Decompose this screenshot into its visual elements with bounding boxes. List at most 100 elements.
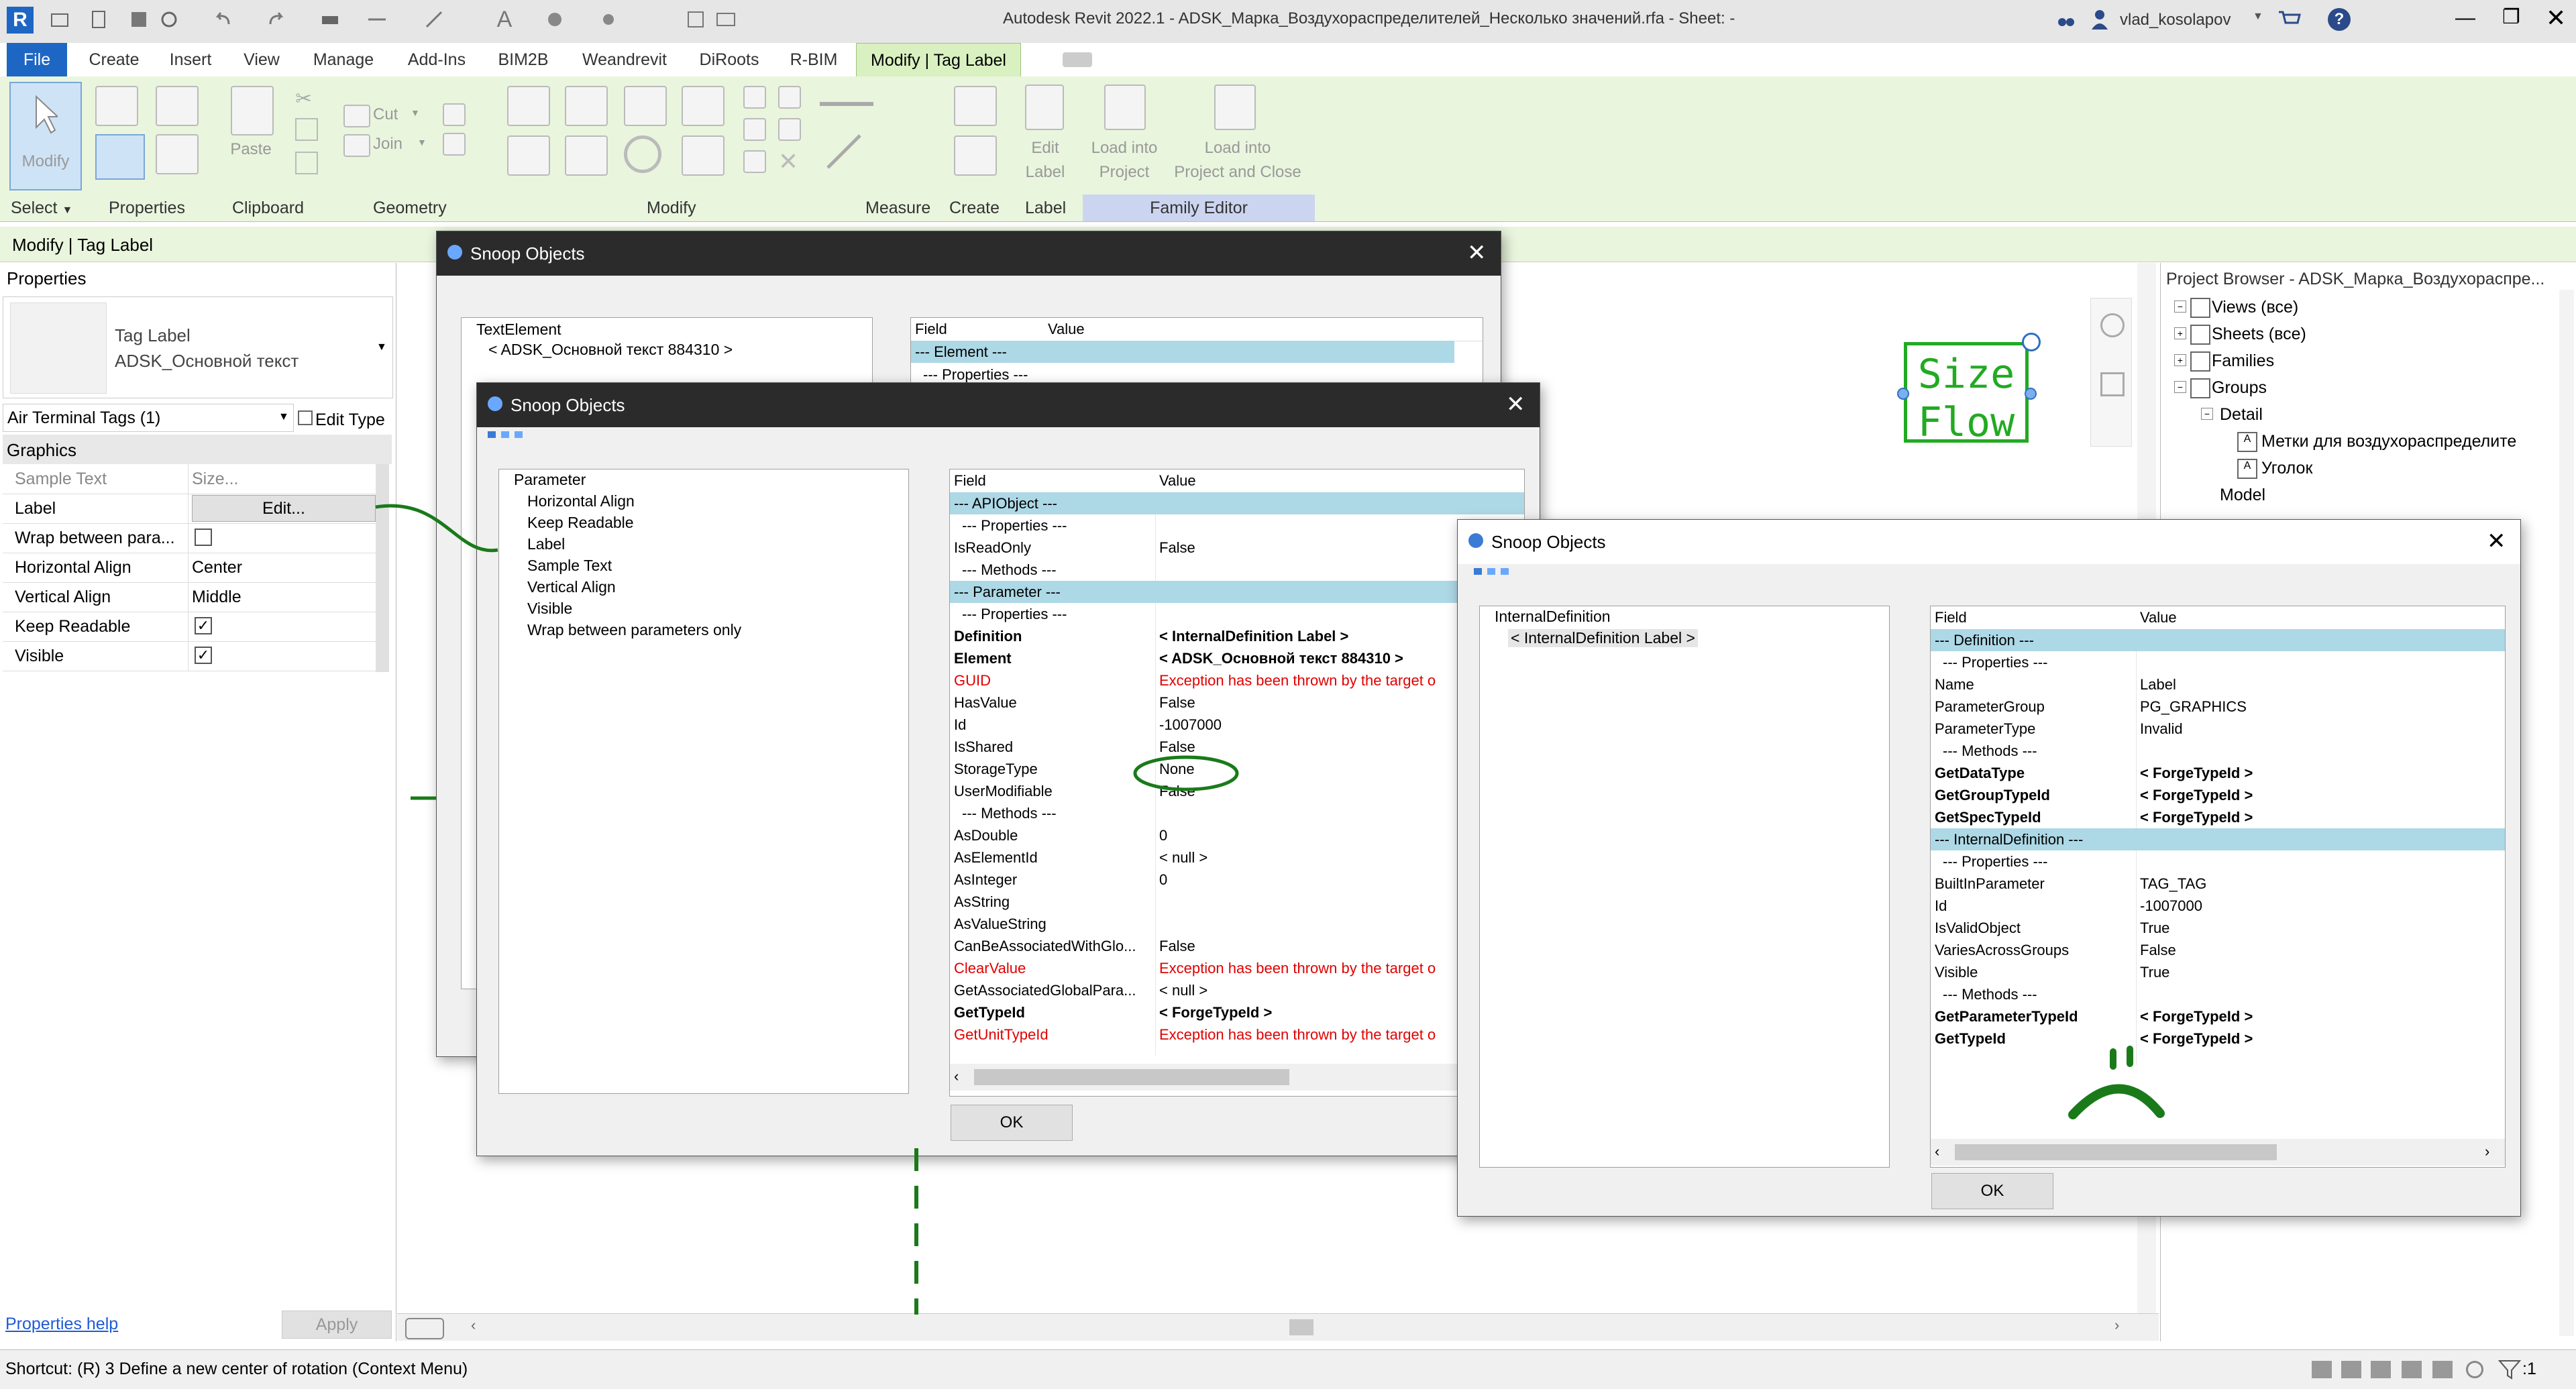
- dimension-aligned-icon[interactable]: [824, 131, 864, 172]
- grid-row[interactable]: AsDouble 0: [950, 824, 1524, 846]
- prop-row-sample-text[interactable]: Sample Text Size...: [3, 464, 389, 494]
- grid-row[interactable]: Definition < InternalDefinition Label >: [950, 625, 1524, 647]
- snoop-tree[interactable]: Parameter Horizontal Align Keep Readable…: [498, 469, 909, 1094]
- join-label[interactable]: Join: [373, 133, 402, 156]
- scroll-left-icon[interactable]: ‹: [471, 1317, 476, 1334]
- browser-item-corner[interactable]: A Уголок: [2235, 456, 2570, 480]
- prop-row-horizontal-align[interactable]: Horizontal Align Center: [3, 553, 389, 583]
- keep-readable-checkbox[interactable]: ✓: [195, 617, 212, 634]
- tab-diroots[interactable]: DiRoots: [692, 43, 766, 76]
- grid-value[interactable]: < ForgeTypeId >: [2140, 1005, 2253, 1027]
- tree-node-selected[interactable]: Label: [527, 535, 565, 553]
- grid-row[interactable]: GetGroupTypeId < ForgeTypeId >: [1931, 784, 2505, 806]
- visible-checkbox[interactable]: ✓: [195, 647, 212, 664]
- select-by-face-icon[interactable]: [2402, 1361, 2422, 1378]
- sign-in-icon[interactable]: [2090, 8, 2110, 31]
- 3d-view-icon[interactable]: [543, 8, 566, 31]
- edit-label-line2[interactable]: Label: [1012, 161, 1079, 184]
- unpin-icon[interactable]: [778, 118, 801, 141]
- grid-value[interactable]: < InternalDefinition Label >: [1159, 625, 1348, 647]
- chevron-down-icon[interactable]: ▼: [411, 107, 420, 118]
- toolbar-print-icon[interactable]: [1487, 568, 1495, 575]
- chevron-down-icon[interactable]: ▼: [2253, 11, 2263, 23]
- snoop-grid[interactable]: Field Value --- Definition --- --- Proper…: [1930, 606, 2506, 1168]
- browser-item-sheets[interactable]: + Sheets (все): [2174, 322, 2570, 346]
- grid-row[interactable]: GetParameterTypeId < ForgeTypeId >: [1931, 1005, 2505, 1027]
- switch-windows-icon[interactable]: [714, 8, 737, 31]
- rotate-handle-icon[interactable]: [2022, 333, 2041, 351]
- grid-row[interactable]: --- Methods ---: [950, 559, 1524, 581]
- snoop-titlebar[interactable]: Snoop Objects ✕: [477, 383, 1540, 427]
- prop-row-vertical-align[interactable]: Vertical Align Middle: [3, 582, 389, 612]
- grid-row[interactable]: VariesAcrossGroups False: [1931, 939, 2505, 961]
- grid-row[interactable]: --- Properties ---: [1931, 850, 2505, 873]
- load-and-close-line1[interactable]: Load into: [1167, 137, 1308, 160]
- grid-value[interactable]: < ForgeTypeId >: [2140, 762, 2253, 784]
- redo-icon[interactable]: [265, 8, 288, 31]
- prop-row-wrap[interactable]: Wrap between para...: [3, 523, 389, 553]
- background-process-icon[interactable]: [2466, 1361, 2483, 1378]
- tag-label-element[interactable]: Size Flow: [1904, 342, 2029, 446]
- prop-row-visible[interactable]: Visible ✓: [3, 641, 389, 671]
- toolbar-copy-icon[interactable]: [1474, 568, 1482, 575]
- tab-create[interactable]: Create: [79, 43, 149, 76]
- sync-icon[interactable]: [158, 8, 180, 31]
- match-properties-icon[interactable]: [295, 152, 318, 174]
- scroll-right-icon[interactable]: ›: [2485, 1143, 2489, 1160]
- family-types-icon[interactable]: [95, 134, 145, 180]
- apply-button[interactable]: Apply: [282, 1311, 392, 1339]
- grid-row[interactable]: GetTypeId < ForgeTypeId >: [1931, 1027, 2505, 1050]
- split-face-icon[interactable]: [443, 133, 466, 156]
- open-icon[interactable]: [48, 8, 71, 31]
- copy-element-icon[interactable]: [565, 135, 608, 176]
- group-graphics[interactable]: Graphics: [3, 435, 392, 464]
- edit-label-icon[interactable]: [1025, 85, 1064, 130]
- close-icon[interactable]: ✕: [1506, 391, 1525, 418]
- grid-value[interactable]: < ForgeTypeId >: [2140, 1027, 2253, 1050]
- tree-node-element[interactable]: < ADSK_Основной текст 884310 >: [488, 341, 733, 359]
- scroll-thumb[interactable]: [974, 1069, 1289, 1085]
- new-icon[interactable]: [87, 8, 110, 31]
- browser-scrollbar[interactable]: [2559, 290, 2574, 1336]
- grid-row[interactable]: --- Definition ---: [1931, 629, 2505, 651]
- join-icon[interactable]: [343, 134, 370, 157]
- grid-row[interactable]: --- APIObject ---: [950, 492, 1524, 514]
- tree-node-parameter[interactable]: Parameter: [514, 471, 586, 489]
- grid-row[interactable]: Id -1007000: [1931, 895, 2505, 917]
- tree-node[interactable]: Horizontal Align: [527, 492, 635, 510]
- move-icon[interactable]: [507, 135, 550, 176]
- grid-row[interactable]: CanBeAssociatedWithGlo... False: [950, 935, 1524, 957]
- tab-modify-tag-label[interactable]: Modify | Tag Label: [856, 43, 1021, 77]
- create-group-icon[interactable]: [954, 135, 997, 176]
- tab-file[interactable]: File: [7, 43, 67, 76]
- offset-icon[interactable]: [565, 86, 608, 126]
- scroll-left-icon[interactable]: ‹: [954, 1068, 959, 1085]
- snoop-titlebar[interactable]: Snoop Objects ✕: [437, 231, 1501, 276]
- user-name[interactable]: vlad_kosolapov: [2120, 11, 2231, 30]
- close-views-icon[interactable]: [684, 8, 707, 31]
- grip-handle[interactable]: [1897, 388, 1909, 400]
- toolbar-copy-icon[interactable]: [488, 431, 496, 438]
- grid-row[interactable]: --- Properties ---: [950, 514, 1524, 537]
- browser-item-families[interactable]: + Families: [2174, 349, 2570, 373]
- toolbar-preview-icon[interactable]: [515, 431, 523, 438]
- snoop-tree[interactable]: InternalDefinition < InternalDefinition …: [1479, 606, 1890, 1168]
- load-and-close-line2[interactable]: Project and Close: [1167, 161, 1308, 184]
- align-icon[interactable]: [507, 86, 550, 126]
- snoop-grid[interactable]: Field Value --- APIObject --- --- Propert…: [949, 469, 1525, 1097]
- measure-icon[interactable]: [366, 8, 388, 31]
- tab-insert[interactable]: Insert: [158, 43, 223, 76]
- grid-value[interactable]: < ForgeTypeId >: [2140, 806, 2253, 828]
- grid-row[interactable]: --- Properties ---: [950, 603, 1524, 625]
- grid-row[interactable]: Id -1007000: [950, 714, 1524, 736]
- load-into-project-line2[interactable]: Project: [1083, 161, 1166, 184]
- canvas-horizontal-scrollbar[interactable]: ‹ ›: [397, 1313, 2159, 1341]
- grid-row[interactable]: --- Methods ---: [1931, 740, 2505, 762]
- mirror-axis-icon[interactable]: [624, 86, 667, 126]
- grid-row[interactable]: GetAssociatedGlobalPara... < null >: [950, 979, 1524, 1001]
- expand-icon[interactable]: −: [2201, 408, 2213, 420]
- tab-manage[interactable]: Manage: [303, 43, 384, 76]
- grid-row[interactable]: GetUnitTypeId Exception has been thrown b…: [950, 1023, 1524, 1046]
- tree-node[interactable]: Keep Readable: [527, 514, 634, 532]
- grid-row[interactable]: --- Methods ---: [1931, 983, 2505, 1005]
